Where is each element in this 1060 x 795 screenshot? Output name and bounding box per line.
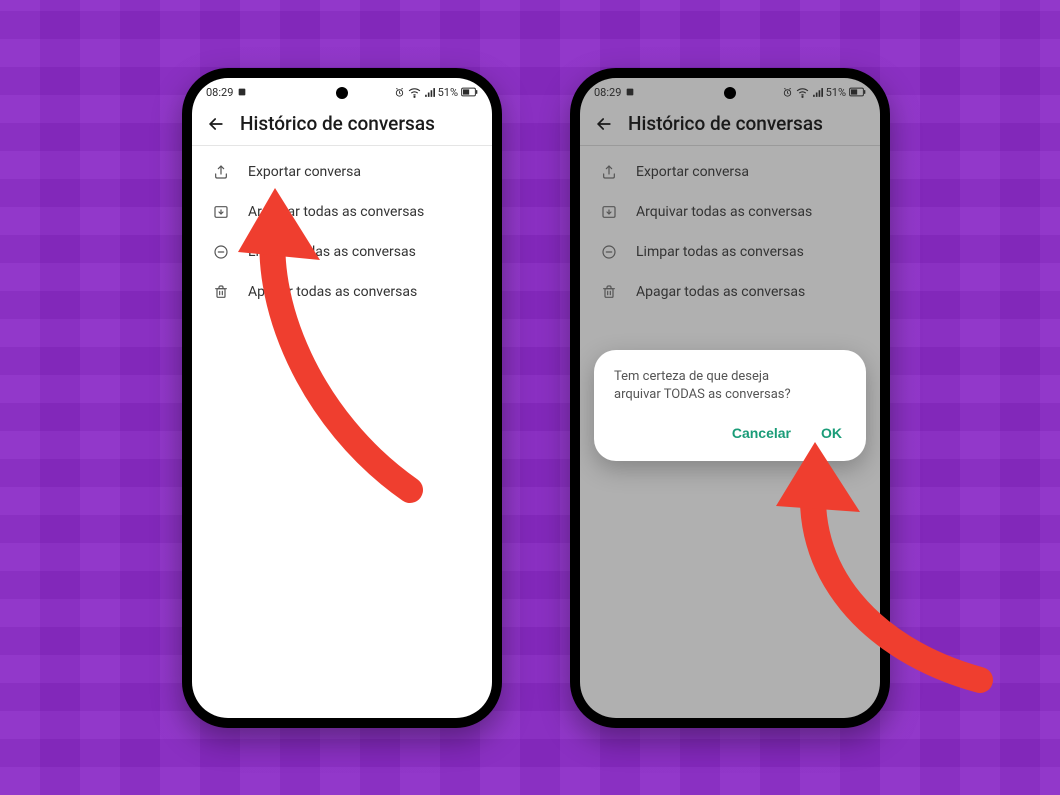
menu-item-export[interactable]: Exportar conversa	[580, 152, 880, 192]
notification-icon	[237, 87, 247, 97]
menu-item-clear[interactable]: Limpar todas as conversas	[580, 232, 880, 272]
trash-icon	[600, 284, 618, 300]
clear-icon	[212, 244, 230, 260]
trash-icon	[212, 284, 230, 300]
menu-item-export[interactable]: Exportar conversa	[192, 152, 492, 192]
battery-icon	[461, 87, 478, 97]
camera-punch-hole	[724, 87, 736, 99]
dialog-message: Tem certeza de que deseja arquivar TODAS…	[614, 368, 846, 403]
menu-item-label: Limpar todas as conversas	[636, 244, 804, 260]
clear-icon	[600, 244, 618, 260]
settings-menu: Exportar conversa Arquivar todas as conv…	[192, 146, 492, 318]
phone-frame-right: 08:29 51%	[570, 68, 890, 728]
app-header: Histórico de conversas	[192, 106, 492, 146]
signal-icon	[812, 87, 823, 98]
export-icon	[212, 164, 230, 180]
screen-left: 08:29 51%	[192, 78, 492, 718]
phone-frame-left: 08:29 51%	[182, 68, 502, 728]
menu-item-label: Apagar todas as conversas	[636, 284, 805, 300]
camera-punch-hole	[336, 87, 348, 99]
page-title: Histórico de conversas	[628, 112, 823, 135]
menu-item-clear[interactable]: Limpar todas as conversas	[192, 232, 492, 272]
battery-icon	[849, 87, 866, 97]
back-arrow-icon[interactable]	[594, 114, 614, 134]
notification-icon	[625, 87, 635, 97]
menu-item-label: Arquivar todas as conversas	[248, 204, 424, 220]
menu-item-label: Exportar conversa	[248, 164, 361, 180]
app-header: Histórico de conversas	[580, 106, 880, 146]
menu-item-label: Apagar todas as conversas	[248, 284, 417, 300]
back-arrow-icon[interactable]	[206, 114, 226, 134]
menu-item-delete[interactable]: Apagar todas as conversas	[580, 272, 880, 312]
archive-icon	[600, 204, 618, 220]
dialog-message-line: arquivar TODAS as conversas?	[614, 387, 791, 402]
menu-item-delete[interactable]: Apagar todas as conversas	[192, 272, 492, 312]
status-time: 08:29	[206, 86, 233, 99]
confirm-dialog: Tem certeza de que deseja arquivar TODAS…	[594, 350, 866, 461]
status-battery-text: 51%	[826, 86, 846, 99]
signal-icon	[424, 87, 435, 98]
screen-right: 08:29 51%	[580, 78, 880, 718]
menu-item-label: Limpar todas as conversas	[248, 244, 416, 260]
menu-item-label: Arquivar todas as conversas	[636, 204, 812, 220]
cancel-button[interactable]: Cancelar	[728, 419, 795, 447]
menu-item-label: Exportar conversa	[636, 164, 749, 180]
wifi-icon	[796, 87, 809, 98]
alarm-icon	[782, 87, 793, 98]
settings-menu: Exportar conversa Arquivar todas as conv…	[580, 146, 880, 318]
ok-button[interactable]: OK	[817, 419, 846, 447]
dialog-message-line: Tem certeza de que deseja	[614, 369, 769, 384]
page-title: Histórico de conversas	[240, 112, 435, 135]
wifi-icon	[408, 87, 421, 98]
menu-item-archive[interactable]: Arquivar todas as conversas	[580, 192, 880, 232]
menu-item-archive[interactable]: Arquivar todas as conversas	[192, 192, 492, 232]
status-time: 08:29	[594, 86, 621, 99]
export-icon	[600, 164, 618, 180]
status-battery-text: 51%	[438, 86, 458, 99]
archive-icon	[212, 204, 230, 220]
alarm-icon	[394, 87, 405, 98]
